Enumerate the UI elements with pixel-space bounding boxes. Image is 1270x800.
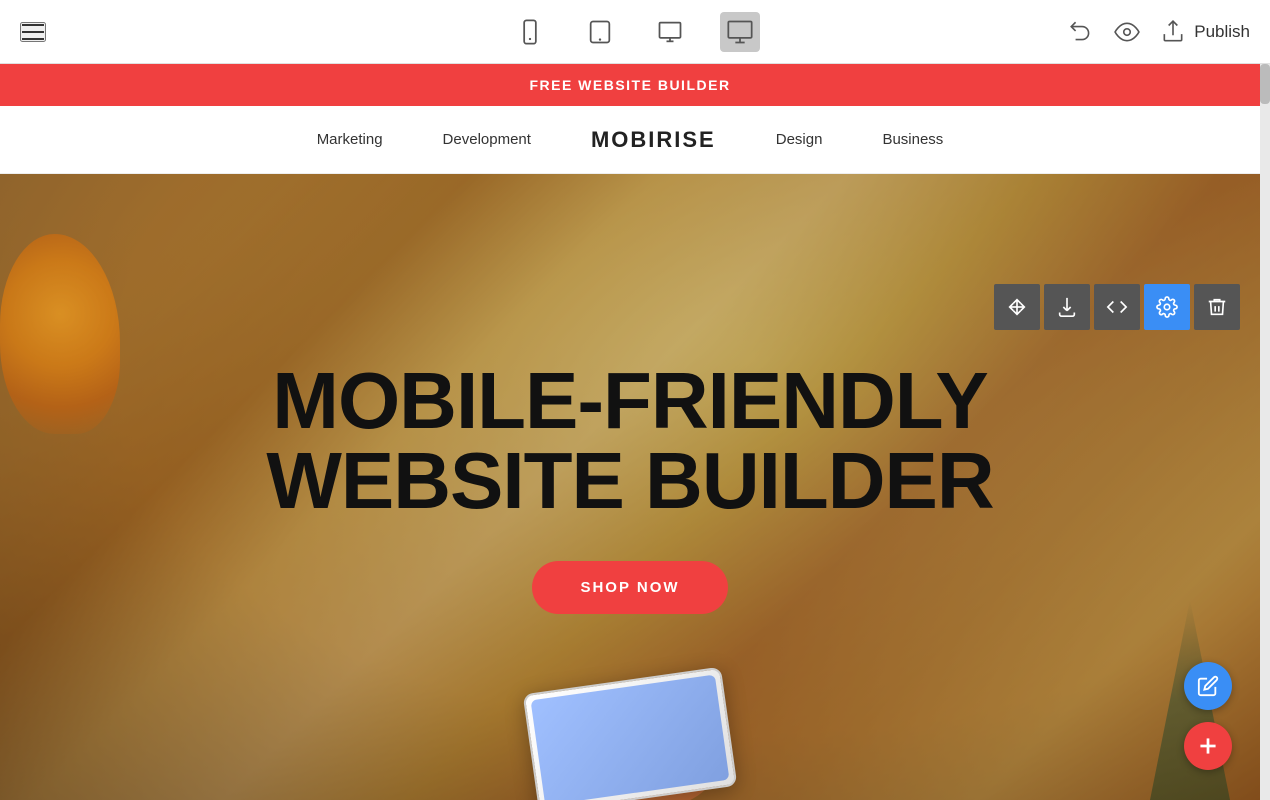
hamburger-button[interactable] (20, 22, 46, 42)
undo-icon (1068, 19, 1094, 45)
phone-shape (523, 667, 738, 800)
hero-title-line1: MOBILE-FRIENDLY (272, 356, 987, 445)
desktop-view-button[interactable] (720, 12, 760, 52)
pencil-icon (1197, 675, 1219, 697)
tablet-view-button[interactable] (580, 12, 620, 52)
nav-development[interactable]: Development (443, 131, 531, 148)
content-area: FREE WEBSITE BUILDER Marketing Developme… (0, 64, 1260, 800)
plus-icon (1195, 733, 1221, 759)
settings-icon (1156, 296, 1178, 318)
undo-button[interactable] (1068, 19, 1094, 45)
publish-label: Publish (1194, 22, 1250, 42)
nav-design[interactable]: Design (776, 131, 823, 148)
toolbar-left (20, 22, 46, 42)
site-logo: MOBIRISE (591, 127, 716, 153)
tablet-icon (586, 18, 614, 46)
settings-section-button[interactable] (1144, 284, 1190, 330)
top-toolbar: Publish (0, 0, 1270, 64)
desktop-small-icon (656, 18, 684, 46)
hero-title-line2: WEBSITE BUILDER (266, 436, 993, 525)
hero-title: MOBILE-FRIENDLY WEBSITE BUILDER (266, 361, 993, 521)
fab-edit-button[interactable] (1184, 662, 1232, 710)
code-icon (1106, 296, 1128, 318)
download-section-button[interactable] (1044, 284, 1090, 330)
nav-marketing[interactable]: Marketing (317, 131, 383, 148)
move-icon (1006, 296, 1028, 318)
navigation-bar: Marketing Development MOBIRISE Design Bu… (0, 106, 1260, 174)
download-icon (1056, 296, 1078, 318)
scrollbar-track[interactable] (1260, 64, 1270, 800)
code-section-button[interactable] (1094, 284, 1140, 330)
trash-icon (1206, 296, 1228, 318)
fab-add-button[interactable] (1184, 722, 1232, 770)
mobile-view-button[interactable] (510, 12, 550, 52)
shop-now-button[interactable]: SHOP NOW (532, 561, 727, 614)
publish-button[interactable]: Publish (1160, 19, 1250, 45)
hamburger-line-2 (22, 31, 44, 33)
free-banner-text: FREE WEBSITE BUILDER (529, 77, 730, 93)
publish-icon (1160, 19, 1186, 45)
toolbar-right: Publish (1068, 19, 1250, 45)
scrollbar-thumb[interactable] (1260, 64, 1270, 104)
preview-button[interactable] (1114, 19, 1140, 45)
delete-section-button[interactable] (1194, 284, 1240, 330)
device-switcher (510, 12, 760, 52)
free-banner: FREE WEBSITE BUILDER (0, 64, 1260, 106)
move-section-button[interactable] (994, 284, 1040, 330)
eye-icon (1114, 19, 1140, 45)
section-controls (994, 284, 1240, 330)
hamburger-line-3 (22, 38, 44, 40)
hamburger-line-1 (22, 24, 44, 26)
desktop-small-view-button[interactable] (650, 12, 690, 52)
phone-screen (531, 675, 730, 800)
mobile-icon (516, 18, 544, 46)
hero-section: MOBILE-FRIENDLY WEBSITE BUILDER SHOP NOW (0, 174, 1260, 800)
desktop-icon (726, 18, 754, 46)
hero-content: MOBILE-FRIENDLY WEBSITE BUILDER SHOP NOW (266, 361, 993, 614)
nav-business[interactable]: Business (882, 131, 943, 148)
